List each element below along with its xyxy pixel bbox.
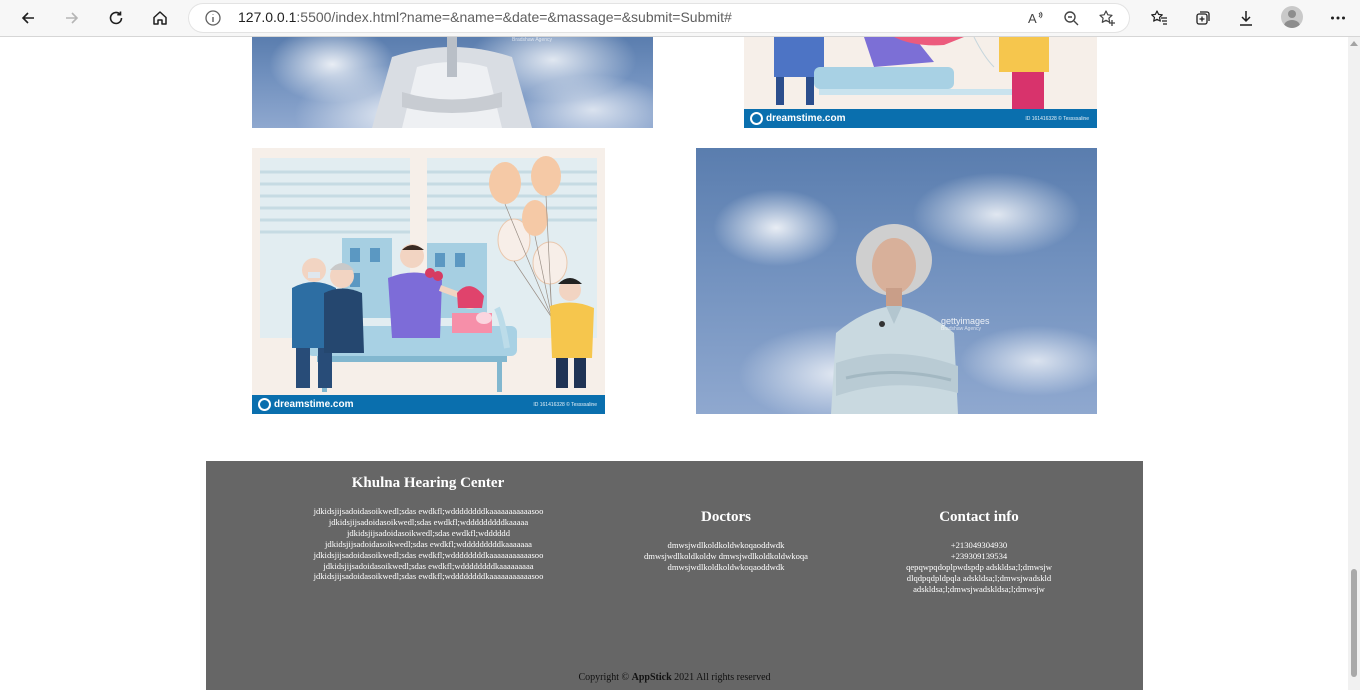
- contact-line: +239309139534: [950, 550, 1008, 561]
- family-illustration-top: [774, 37, 1049, 109]
- contact-heading: Contact info: [939, 509, 1019, 525]
- doctors-line: dmwsjwdlkoldkoldwkoqaoddwdk: [667, 540, 785, 550]
- dreamstime-brand-2: dreamstime.com: [252, 398, 353, 411]
- dreamstime-id: ID 161416328 © Tessssaline: [1025, 115, 1089, 122]
- about-line: jdkidsjijsadoidasoikwedl;sdas ewdkfl;wdd…: [313, 549, 544, 560]
- add-favorite-icon[interactable]: [1098, 9, 1116, 27]
- site-footer: Khulna Hearing Center jdkidsjijsadoidaso…: [206, 461, 1143, 690]
- about-line: jdkidsjijsadoidasoikwedl;sdas ewdkfl;wdd…: [325, 538, 532, 549]
- favorites-icon: [1151, 10, 1167, 25]
- dreamstime-watermark-bar: dreamstime.com ID 161416328 © Tessssalin…: [744, 109, 1097, 128]
- about-text: jdkidsjijsadoidasoikwedl;sdas ewdkfl;wdd…: [266, 506, 591, 582]
- read-aloud-glyph: A: [1028, 11, 1043, 26]
- back-arrow-icon: [21, 12, 34, 24]
- vertical-scrollbar[interactable]: [1348, 37, 1360, 690]
- read-aloud-icon[interactable]: A: [1026, 9, 1044, 27]
- site-info-icon[interactable]: [204, 9, 222, 27]
- favorites-button[interactable]: [1145, 4, 1173, 32]
- getty-brand: gettyimages: [941, 316, 990, 326]
- copyright-text: Copyright © AppStick 2021 All rights res…: [206, 672, 1143, 683]
- about-line: jdkidsjijsadoidasoikwedl;sdas ewdkfl;wdd…: [313, 506, 544, 516]
- scroll-up-arrow-icon[interactable]: [1350, 41, 1358, 46]
- contact-line: dlqdpqdpldpqla adskldsa;l;dmwsjwadskld: [906, 572, 1052, 583]
- contact-text: +213049304930 +239309139534 qepqwpqdoplpwd…: [859, 540, 1099, 595]
- getty-sub-2: Bradshaw Agency: [941, 326, 982, 332]
- refresh-button[interactable]: [102, 4, 130, 32]
- svg-text:A: A: [1028, 11, 1037, 26]
- copyright-suffix: 2021 All rights reserved: [671, 672, 771, 683]
- about-line: jdkidsjijsadoidasoikwedl;sdas ewdkfl;wdd…: [323, 560, 534, 571]
- url-host: 127.0.0.1: [238, 9, 297, 25]
- collections-icon: [1196, 11, 1210, 25]
- page-viewport: Bradshaw Agency dreamstime.com ID 161416…: [0, 37, 1348, 690]
- scroll-thumb[interactable]: [1351, 569, 1357, 677]
- getty-sub: Bradshaw Agency: [512, 37, 553, 43]
- address-bar[interactable]: 127.0.0.1:5500/index.html?name=&name=&da…: [188, 3, 1130, 33]
- dreamstime-id-2: ID 161416328 © Tessssaline: [533, 401, 597, 408]
- about-heading: Khulna Hearing Center: [351, 475, 505, 491]
- magnifier-icon: [1064, 11, 1079, 26]
- gallery-illustration-family: dreamstime.com ID 161416328 © Tessssalin…: [252, 148, 605, 414]
- back-button[interactable]: [14, 4, 42, 32]
- url-text[interactable]: 127.0.0.1:5500/index.html?name=&name=&da…: [238, 9, 732, 25]
- dreamstime-brand: dreamstime.com: [744, 112, 845, 125]
- contact-line: adskldsa;l;dmwsjwadskldsa;l;dmwsjw: [913, 583, 1045, 594]
- url-path: :5500/index.html?name=&name=&date=&massa…: [296, 9, 732, 25]
- settings-menu-button[interactable]: [1324, 4, 1352, 32]
- more-dots-icon: [1331, 16, 1345, 20]
- forward-arrow-icon: [66, 12, 79, 24]
- browser-toolbar: 127.0.0.1:5500/index.html?name=&name=&da…: [0, 0, 1360, 37]
- about-line: jdkidsjijsadoidasoikwedl;sdas ewdkfl;wdd…: [328, 516, 529, 527]
- forward-button[interactable]: [58, 4, 86, 32]
- download-icon: [1240, 11, 1252, 26]
- about-line: jdkidsjijsadoidasoikwedl;sdas ewdkfl;wdd…: [313, 571, 544, 582]
- copyright-prefix: Copyright ©: [578, 672, 632, 683]
- profile-avatar[interactable]: [1281, 6, 1303, 28]
- refresh-icon: [109, 11, 123, 25]
- gallery-photo-man: gettyimages Bradshaw Agency: [696, 148, 1097, 414]
- man-folded-arms: [831, 224, 958, 414]
- doctors-line: dmwsjwdlkoldkoldwkoqaoddwdk: [667, 561, 785, 572]
- home-button[interactable]: [146, 4, 174, 32]
- copyright-brand[interactable]: AppStick: [632, 672, 672, 683]
- downloads-button[interactable]: [1232, 4, 1260, 32]
- family-illustration: [260, 156, 597, 392]
- home-icon: [153, 11, 167, 25]
- doctors-text: dmwsjwdlkoldkoldwkoqaoddwdk dmwsjwdlkoldk…: [601, 540, 851, 573]
- doctors-line: dmwsjwdlkoldkoldw dmwsjwdlkoldkoldwkoqa: [644, 550, 808, 561]
- getty-watermark-2: gettyimages Bradshaw Agency: [941, 316, 990, 332]
- gallery-photo-doctor: Bradshaw Agency: [252, 37, 653, 128]
- star-plus-icon: [1099, 10, 1115, 26]
- dreamstime-watermark-bar-2: dreamstime.com ID 161416328 © Tessssalin…: [252, 395, 605, 414]
- contact-line: qepqwpqdoplpwdspdp adskldsa;l;dmwsjw: [906, 561, 1052, 572]
- doctors-heading: Doctors: [701, 509, 751, 525]
- doctor-figure: [372, 37, 532, 128]
- getty-watermark: Bradshaw Agency: [512, 37, 552, 43]
- zoom-icon[interactable]: [1062, 9, 1080, 27]
- gallery-illustration-family-top: dreamstime.com ID 161416328 © Tessssalin…: [744, 37, 1097, 128]
- collections-button[interactable]: [1189, 4, 1217, 32]
- contact-line: +213049304930: [950, 540, 1008, 550]
- about-line: jdkidsjijsadoidasoikwedl;sdas ewdkfl;wdd…: [346, 527, 511, 538]
